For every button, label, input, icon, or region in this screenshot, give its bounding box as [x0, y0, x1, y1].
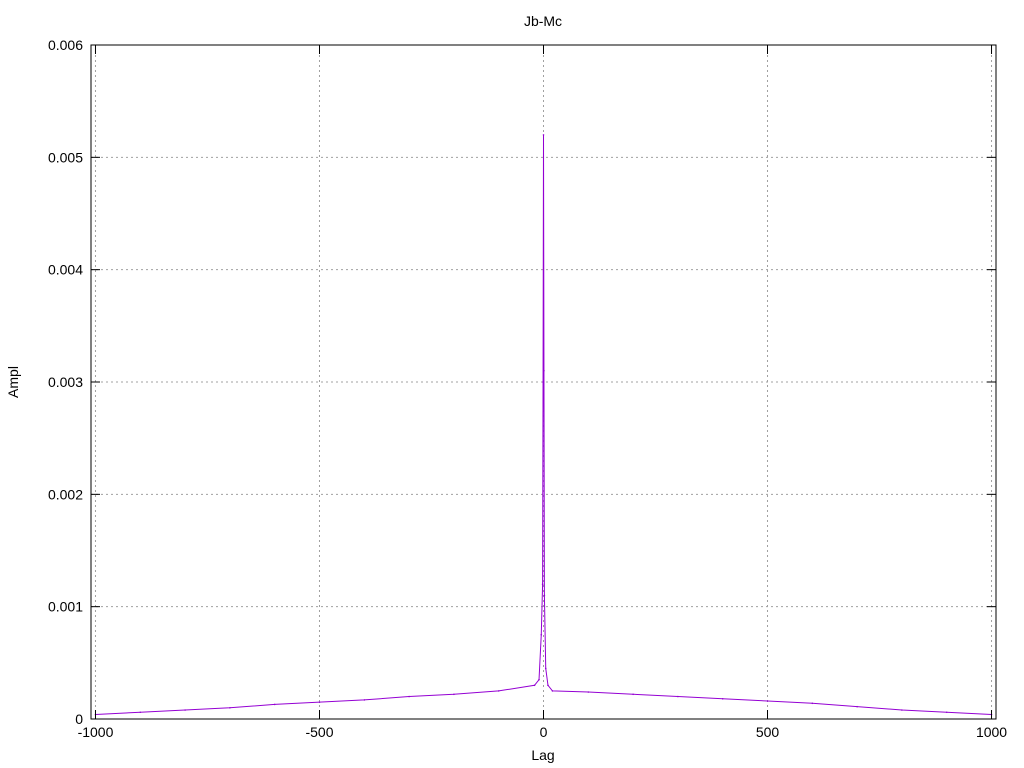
- data-point: [408, 695, 410, 698]
- data-point: [497, 690, 500, 692]
- data-point: [229, 706, 231, 709]
- data-point: [318, 701, 321, 703]
- data-point: [542, 134, 545, 136]
- chart-title: Jb-Mc: [524, 13, 562, 29]
- data-point: [543, 594, 546, 597]
- y-tick-label: 0.004: [48, 262, 83, 278]
- data-point: [766, 700, 769, 702]
- y-tick-label: 0.006: [48, 37, 83, 53]
- data-point: [453, 693, 455, 696]
- x-axis-label: Lag: [531, 747, 554, 763]
- y-tick-label: 0.003: [48, 374, 83, 390]
- y-tick-label: 0.005: [48, 149, 83, 165]
- data-point: [139, 711, 142, 714]
- chart-background: [0, 0, 1024, 768]
- x-tick-label: 500: [756, 724, 780, 740]
- data-point: [541, 583, 544, 585]
- data-point: [721, 697, 724, 700]
- y-tick-label: 0.002: [48, 486, 83, 502]
- data-point: [184, 709, 186, 711]
- data-point: [363, 699, 366, 701]
- data-point: [547, 684, 549, 687]
- data-point: [544, 667, 547, 670]
- y-axis-label: Ampl: [5, 366, 21, 398]
- x-tick-label: -500: [305, 724, 333, 740]
- x-tick-label: 1000: [976, 724, 1007, 740]
- data-point: [551, 690, 554, 692]
- data-point: [542, 381, 544, 383]
- data-point: [677, 695, 679, 698]
- data-point: [273, 703, 276, 706]
- data-point: [632, 693, 634, 696]
- data-point: [533, 684, 536, 687]
- x-tick-label: 0: [540, 724, 548, 740]
- data-point: [543, 369, 545, 372]
- y-tick-label: 0: [75, 711, 83, 727]
- data-point: [538, 678, 540, 681]
- chart: -1000 -500 0 500 100000.0010.0020.0030.0040.…: [0, 0, 1024, 768]
- data-point: [901, 709, 903, 711]
- data-point: [540, 633, 543, 636]
- data-point: [811, 702, 814, 705]
- data-point: [856, 705, 858, 708]
- data-point: [587, 691, 590, 693]
- y-tick-label: 0.001: [48, 599, 83, 615]
- data-point: [945, 711, 948, 714]
